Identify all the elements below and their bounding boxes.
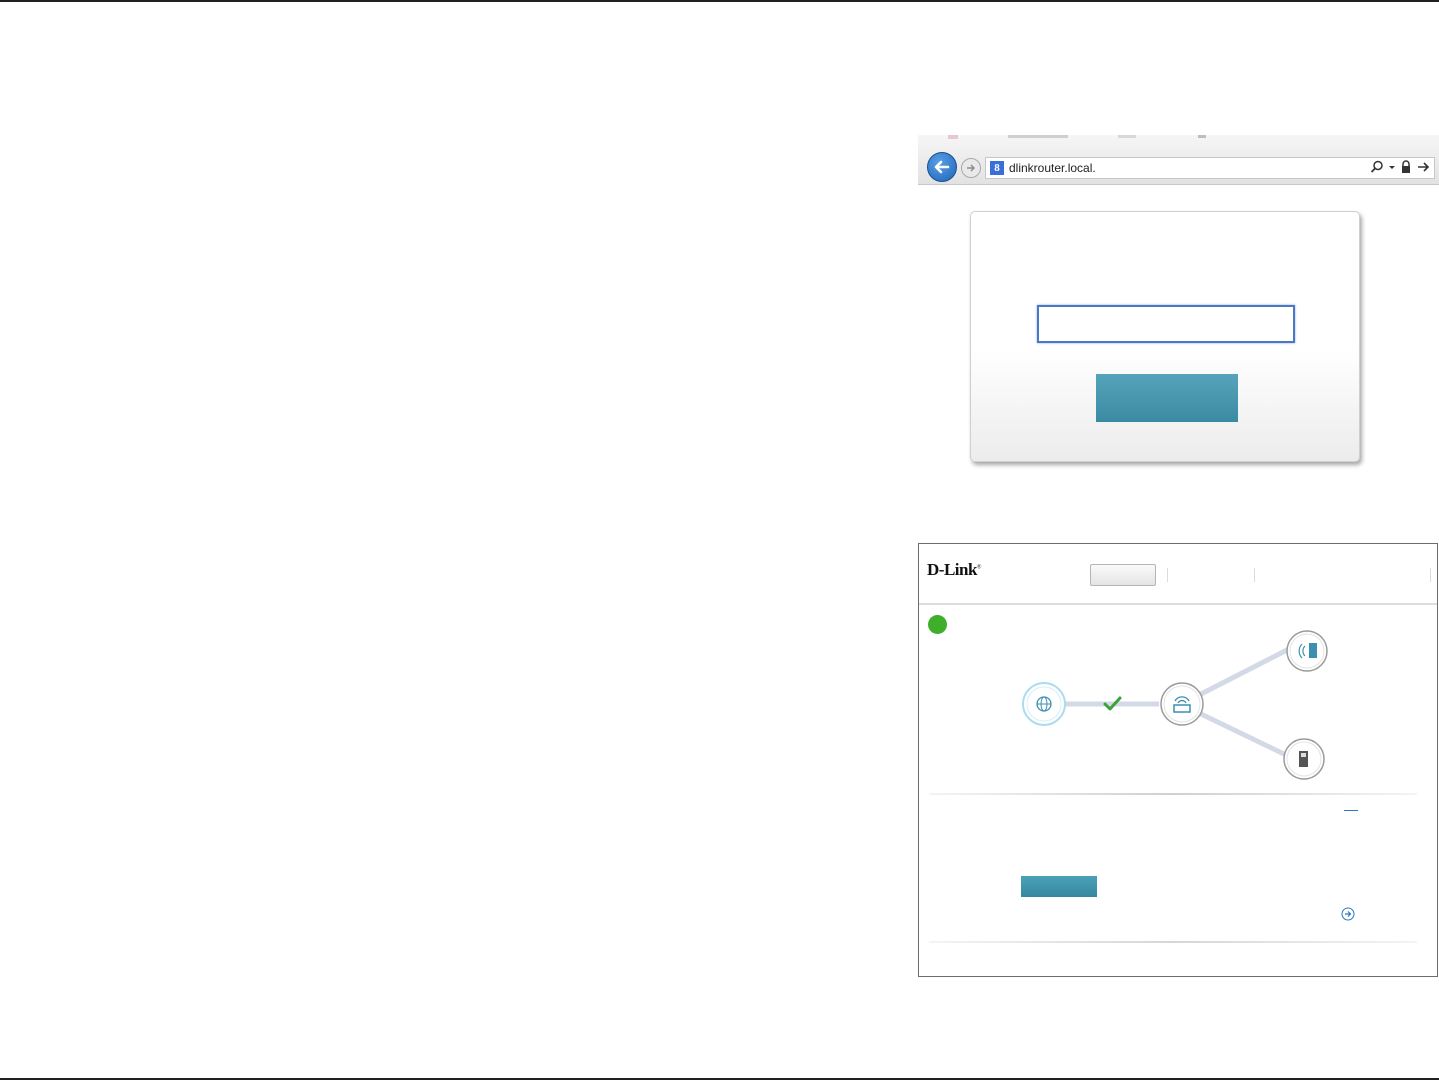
favicon: 8 (990, 161, 1004, 175)
forward-arrow-icon (967, 164, 975, 172)
browser-toolbar: 8 dlinkrouter.local. (918, 135, 1439, 185)
logo-registered-mark: ® (976, 564, 982, 571)
lock-icon[interactable] (1400, 160, 1412, 174)
back-button[interactable] (927, 152, 957, 182)
bottom-rule (0, 1078, 1439, 1080)
forward-button[interactable] (961, 158, 981, 178)
url-text: dlinkrouter.local. (1009, 161, 1096, 175)
logo-text: D-Link (927, 560, 977, 579)
nav-separator (1167, 568, 1168, 582)
back-arrow-icon (934, 160, 950, 174)
nav-separator (1430, 568, 1431, 582)
address-bar-icons (1370, 160, 1430, 174)
tab-strip (948, 135, 1206, 139)
tab-settings[interactable] (1169, 564, 1253, 584)
router-home-page: D-Link® (918, 543, 1438, 977)
address-bar[interactable]: 8 dlinkrouter.local. (985, 157, 1435, 179)
login-button[interactable] (1096, 374, 1238, 422)
admin-password-input[interactable] (1037, 305, 1295, 343)
tab-management[interactable] (1256, 564, 1428, 584)
router-header: D-Link® (919, 544, 1437, 604)
network-map (1022, 630, 1328, 780)
dropdown-icon[interactable] (1388, 160, 1396, 174)
usb-device-link-line (1199, 711, 1288, 758)
section-action-button[interactable] (1021, 876, 1097, 897)
internet-globe-icon[interactable] (1022, 682, 1066, 726)
wireless-client-link-line (1199, 646, 1291, 697)
router-icon[interactable] (1160, 682, 1204, 726)
top-rule (0, 0, 1439, 2)
details-link[interactable] (1344, 810, 1358, 811)
go-arrow-icon[interactable] (1416, 160, 1430, 174)
tab-home[interactable] (1090, 564, 1156, 586)
wireless-client-icon[interactable] (1286, 630, 1328, 672)
go-circle-arrow-icon[interactable] (1341, 907, 1355, 921)
nav-separator (1254, 568, 1255, 582)
header-divider (919, 603, 1437, 605)
dlink-logo: D-Link® (927, 560, 981, 580)
login-dialog (970, 211, 1360, 462)
usb-device-icon[interactable] (1283, 738, 1325, 780)
search-icon[interactable] (1370, 160, 1384, 174)
section-divider (929, 941, 1417, 943)
section-divider (929, 793, 1417, 795)
